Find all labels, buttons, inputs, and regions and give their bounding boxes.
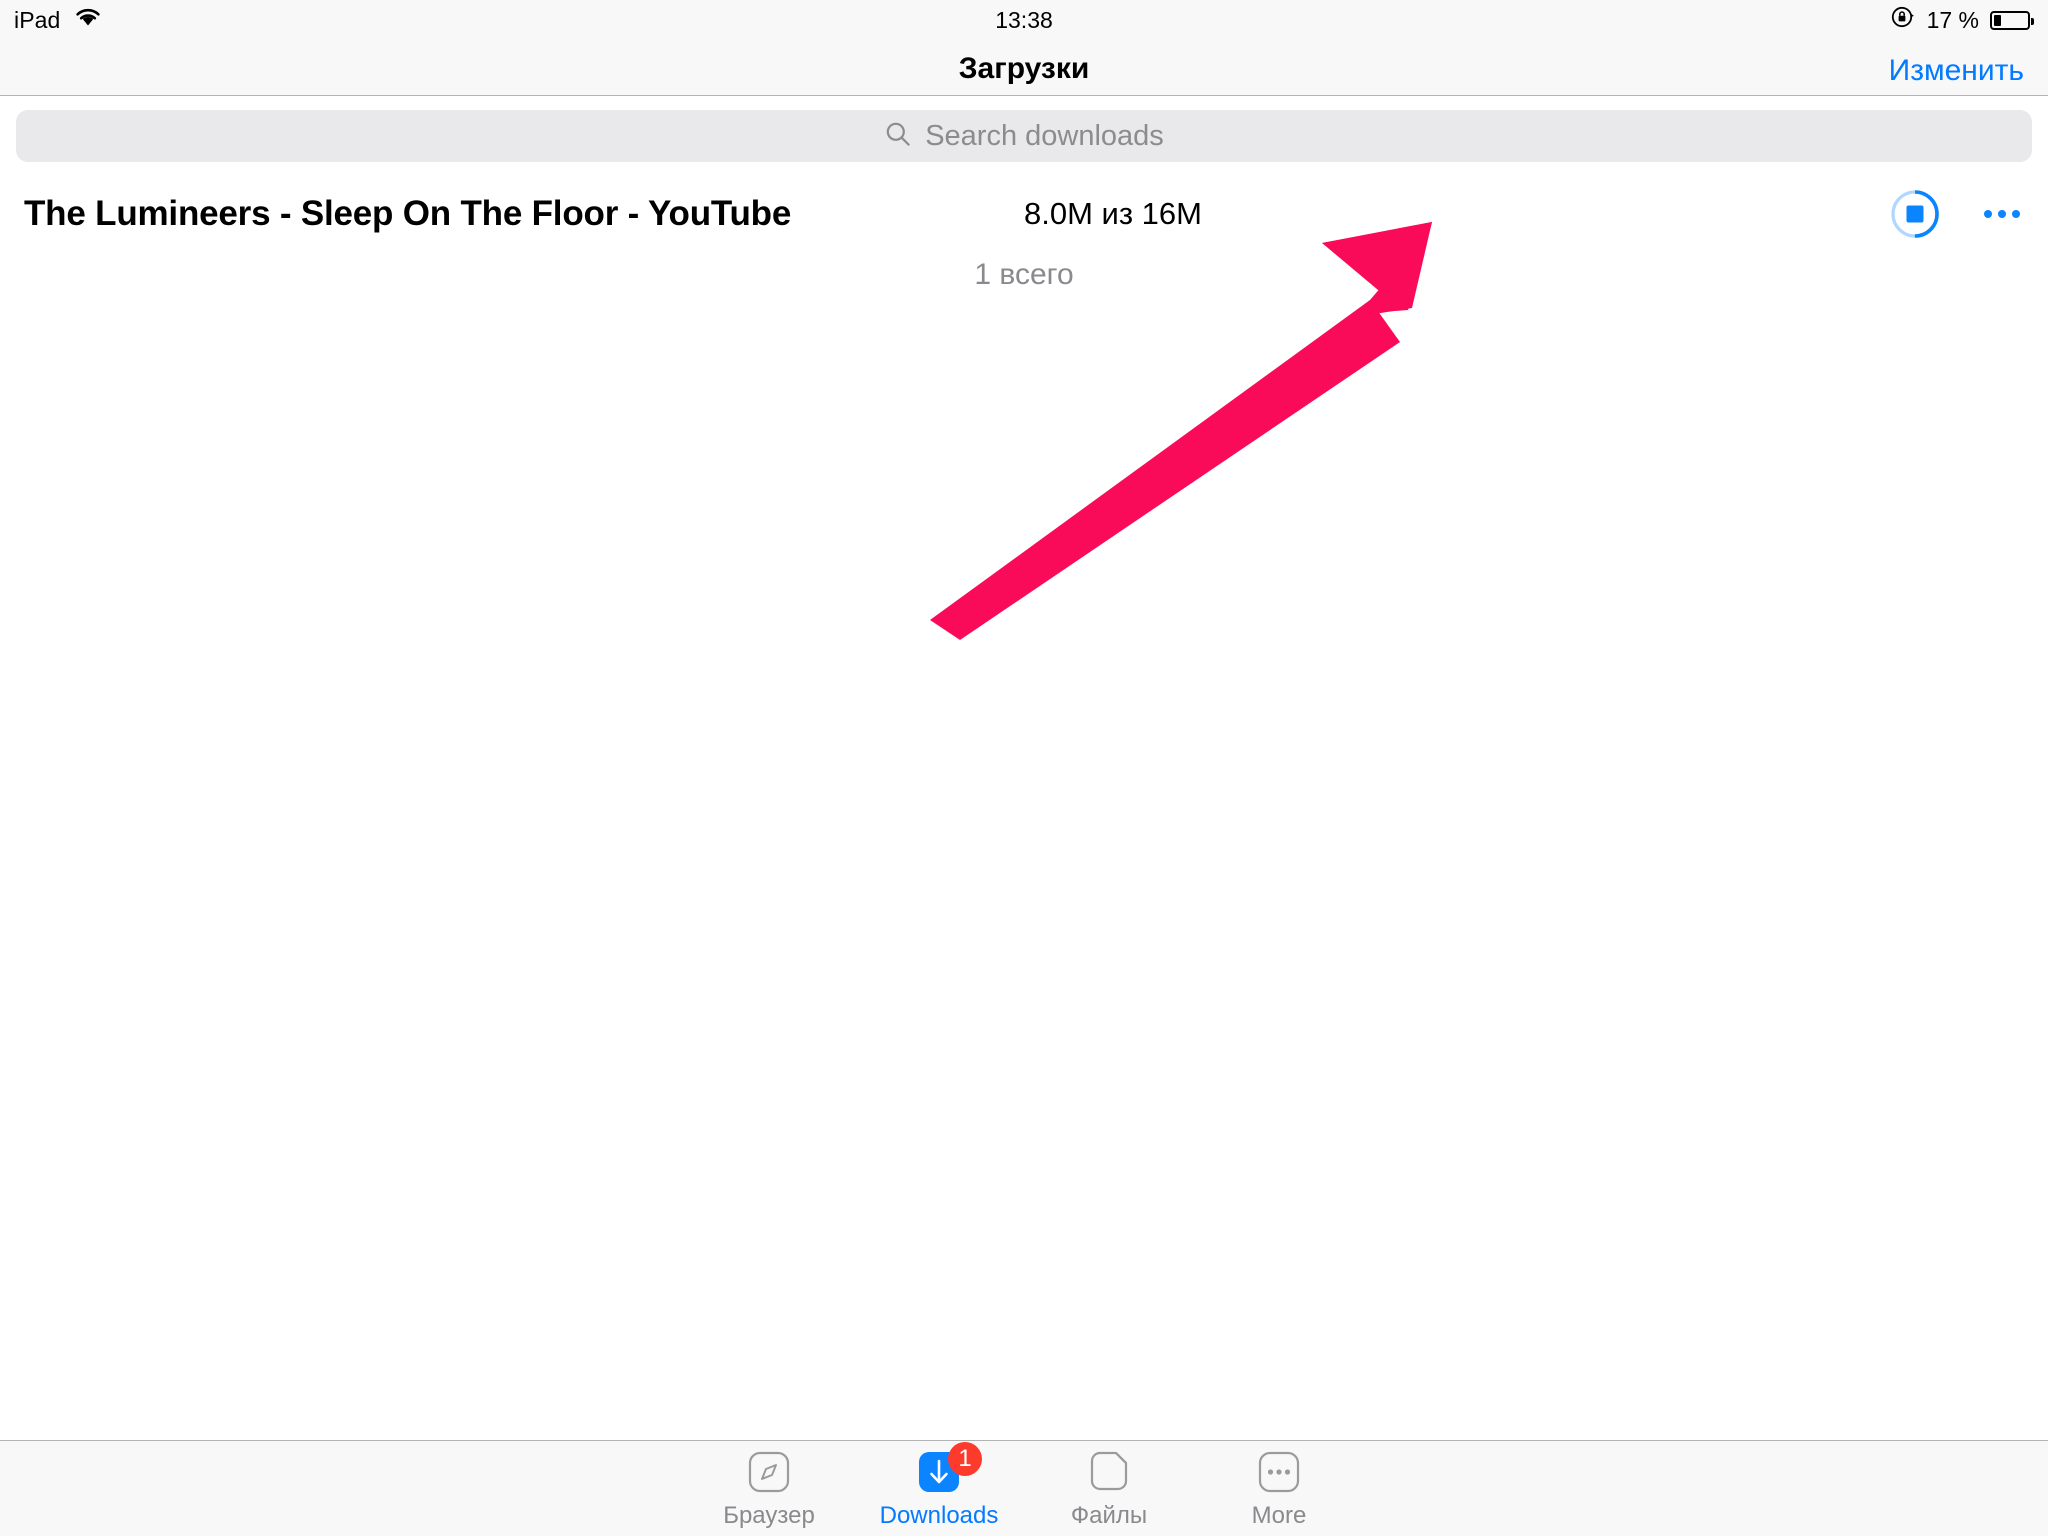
page-title: Загрузки (958, 52, 1090, 85)
battery-percentage-label: 17 % (1926, 6, 1979, 33)
document-icon (1084, 1447, 1134, 1502)
ellipsis-box-icon (1254, 1447, 1304, 1502)
search-icon (884, 120, 912, 153)
tab-more-label: More (1251, 1501, 1307, 1529)
tab-downloads-label: Downloads (879, 1501, 999, 1529)
rotation-lock-icon (1890, 4, 1916, 36)
status-bar-clock: 13:38 (995, 6, 1053, 33)
compass-icon (744, 1447, 794, 1502)
tab-downloads[interactable]: 1 Downloads (854, 1441, 1024, 1537)
download-title-label: The Lumineers - Sleep On The Floor - You… (24, 194, 792, 233)
tab-more[interactable]: More (1194, 1441, 1364, 1537)
edit-button[interactable]: Изменить (1889, 54, 2024, 88)
table-row[interactable]: The Lumineers - Sleep On The Floor - You… (0, 178, 2048, 250)
search-input[interactable]: Search downloads (16, 110, 2032, 162)
downloads-total-label: 1 всего (974, 258, 1074, 291)
tab-files[interactable]: Файлы (1024, 1441, 1194, 1537)
stop-icon (1906, 205, 1924, 223)
tab-bar: Браузер 1 Downloads Файлы More (0, 1440, 2048, 1536)
battery-icon (1990, 10, 2034, 30)
tab-browser[interactable]: Браузер (684, 1441, 854, 1537)
tab-browser-label: Браузер (723, 1501, 815, 1529)
download-size-label: 8.0M из 16M (1024, 196, 1202, 231)
stop-download-button[interactable] (1890, 189, 1940, 239)
tab-files-label: Файлы (1070, 1501, 1148, 1529)
status-bar-right: 17 % (1890, 4, 2034, 36)
download-row-actions (1890, 189, 2022, 239)
more-options-button[interactable] (1982, 202, 2022, 226)
navigation-bar: Загрузки Изменить (0, 40, 2048, 96)
downloads-badge: 1 (948, 1441, 982, 1476)
status-bar: iPad 13:38 17 % (0, 0, 2048, 40)
search-placeholder-label: Search downloads (925, 119, 1164, 152)
